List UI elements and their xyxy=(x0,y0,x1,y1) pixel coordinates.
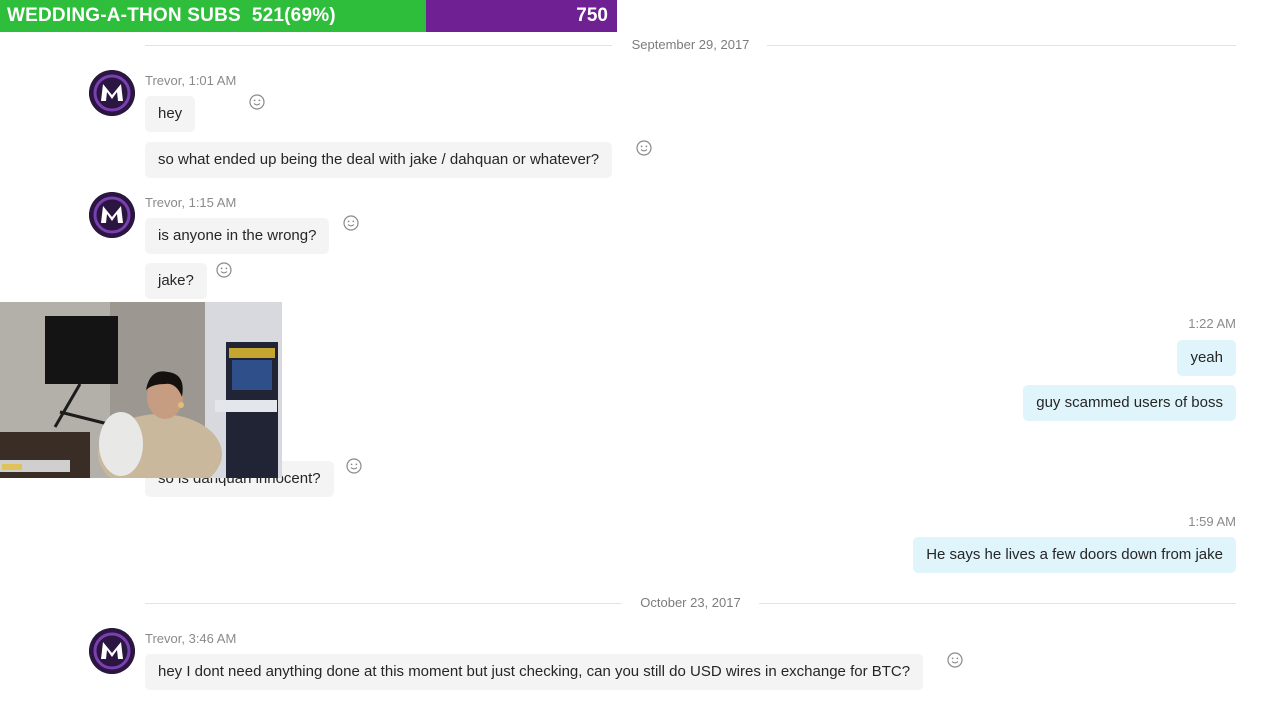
date-divider-label: September 29, 2017 xyxy=(631,37,750,52)
avatar[interactable] xyxy=(89,628,135,674)
message-meta: 1:22 AM xyxy=(1188,316,1236,331)
sub-goal-target: 750 xyxy=(426,0,617,32)
sub-goal-progress-label: WEDDING-A-THON SUBS 521(69%) xyxy=(0,0,426,32)
message-meta: Trevor, 1:15 AM xyxy=(145,195,237,210)
message-meta: Trevor, 3:46 AM xyxy=(145,631,237,646)
webcam-feed xyxy=(0,302,282,478)
smiley-icon[interactable] xyxy=(343,215,359,231)
date-divider: September 29, 2017 xyxy=(145,37,1236,53)
avatar[interactable] xyxy=(89,192,135,238)
date-divider-label: October 23, 2017 xyxy=(640,595,741,610)
smiley-icon[interactable] xyxy=(636,140,652,156)
message-bubble-outgoing[interactable]: He says he lives a few doors down from j… xyxy=(913,537,1236,573)
smiley-icon[interactable] xyxy=(947,652,963,668)
webcam-scene-icon xyxy=(0,302,281,478)
message-bubble-outgoing[interactable]: yeah xyxy=(1177,340,1236,376)
message-bubble[interactable]: so what ended up being the deal with jak… xyxy=(145,142,613,178)
m-logo-icon xyxy=(89,192,135,238)
smiley-icon[interactable] xyxy=(216,262,232,278)
message-bubble[interactable]: hey I dont need anything done at this mo… xyxy=(145,654,924,690)
sub-goal-bar: WEDDING-A-THON SUBS 521(69%) 750 xyxy=(0,0,617,32)
m-logo-icon xyxy=(89,70,135,116)
message-bubble-outgoing[interactable]: guy scammed users of boss xyxy=(1023,385,1236,421)
smiley-icon[interactable] xyxy=(346,458,362,474)
message-meta: 1:59 AM xyxy=(1188,514,1236,529)
smiley-icon[interactable] xyxy=(249,94,265,110)
message-bubble[interactable]: is anyone in the wrong? xyxy=(145,218,330,254)
message-meta: Trevor, 1:01 AM xyxy=(145,73,237,88)
m-logo-icon xyxy=(89,628,135,674)
date-divider: October 23, 2017 xyxy=(145,595,1236,611)
message-bubble[interactable]: hey xyxy=(145,96,196,132)
avatar[interactable] xyxy=(89,70,135,116)
message-bubble[interactable]: jake? xyxy=(145,263,207,299)
